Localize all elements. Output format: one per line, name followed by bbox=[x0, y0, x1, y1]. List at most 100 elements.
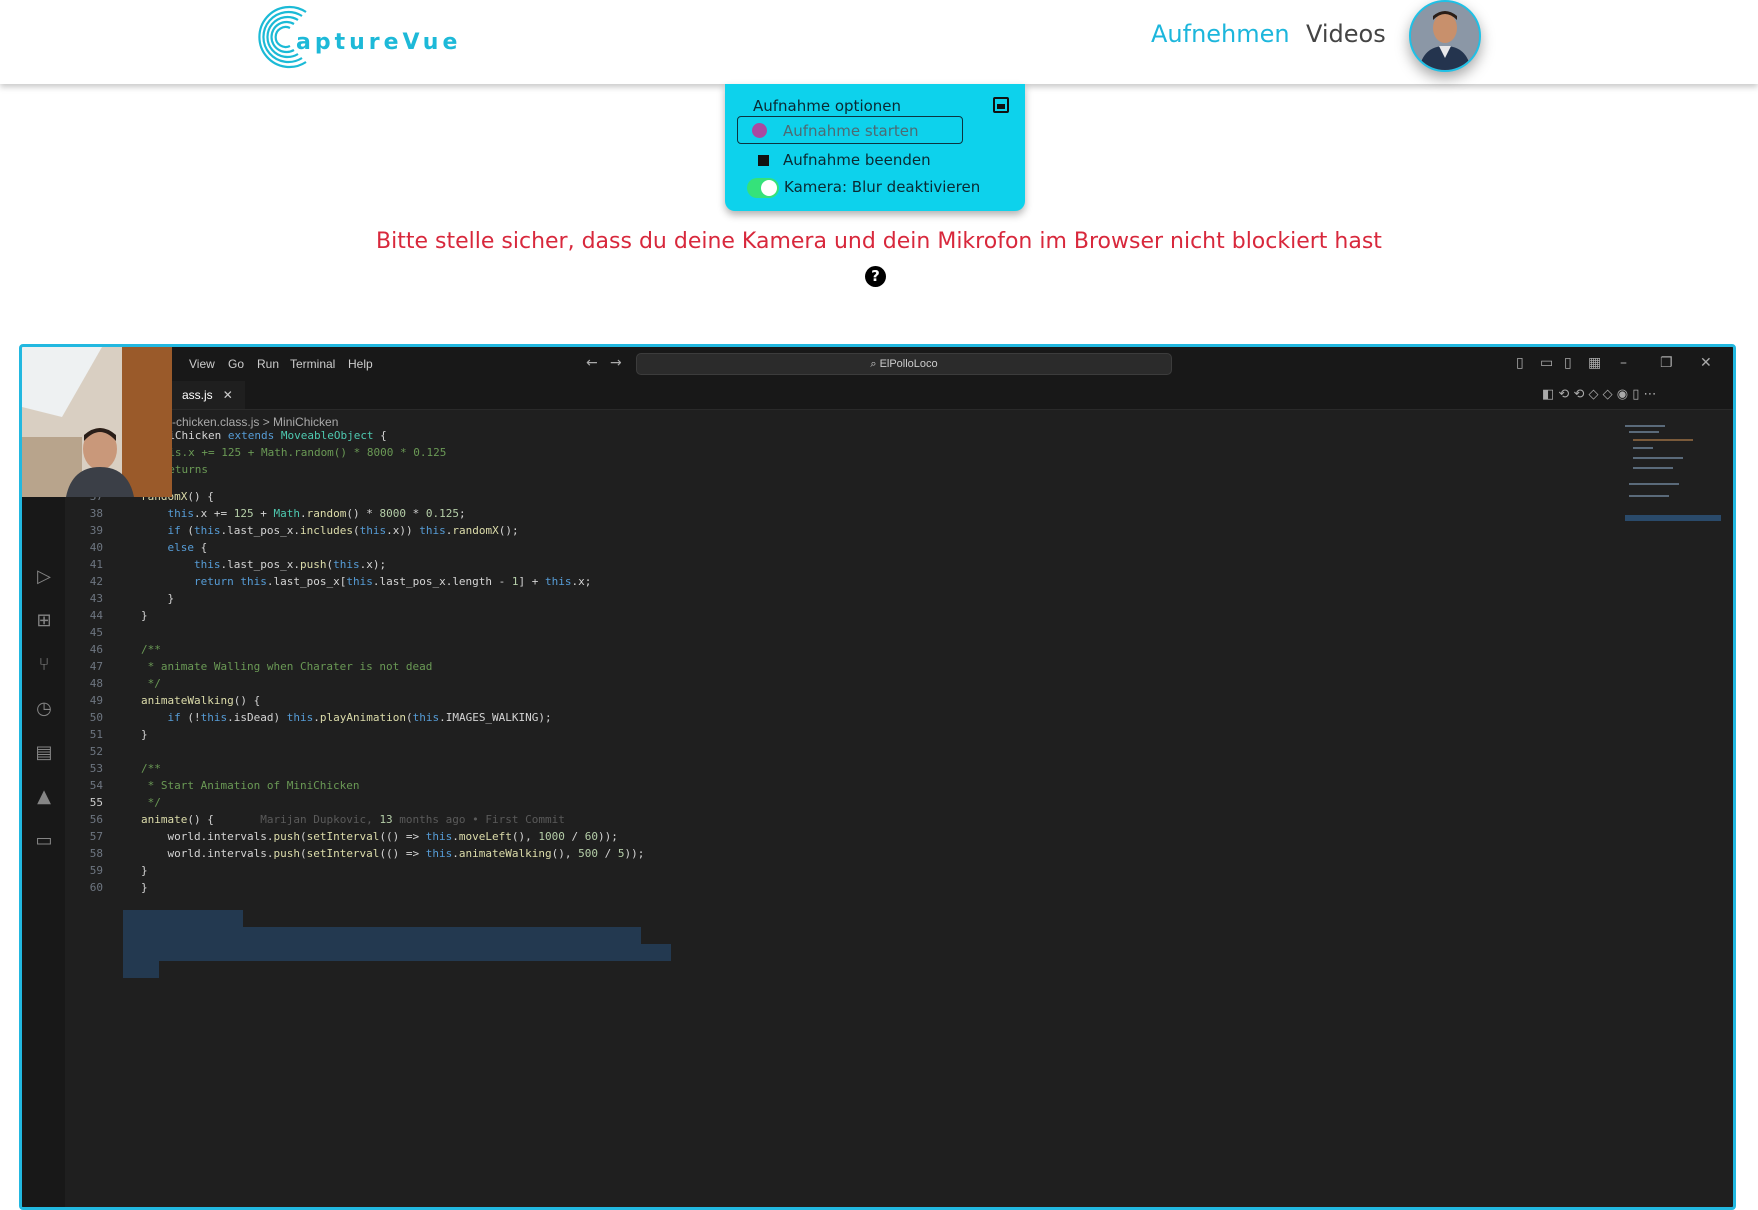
minimap bbox=[1625, 425, 1721, 525]
code-line: this.x += 125 + Math.random() * 8000 * 0… bbox=[155, 446, 447, 459]
source-control-icon: ⑂ bbox=[38, 654, 50, 675]
close-window-icon: ✕ bbox=[1700, 355, 1712, 371]
selection-highlight bbox=[123, 910, 243, 927]
start-recording-label: Aufnahme starten bbox=[783, 122, 919, 140]
permission-warning: Bitte stelle sicher, dass du deine Kamer… bbox=[376, 229, 1382, 254]
extensions-icon: ⊞ bbox=[36, 610, 52, 631]
stop-recording-button[interactable]: Aufnahme beenden bbox=[783, 151, 931, 169]
code-line: iniChicken extends MoveableObject { bbox=[155, 429, 387, 442]
code-line: this.x += 125 + Math.random() * 8000 * 0… bbox=[167, 507, 466, 520]
code-line: } bbox=[141, 881, 148, 894]
code-line: */ bbox=[141, 677, 161, 690]
line-number: 47 bbox=[89, 660, 103, 673]
user-avatar[interactable] bbox=[1409, 0, 1481, 72]
line-number: 58 bbox=[89, 847, 103, 860]
panel-title: Aufnahme optionen bbox=[753, 97, 902, 115]
line-number: 49 bbox=[89, 694, 103, 707]
menu-run: Run bbox=[257, 357, 280, 371]
logo-text: aptureVue bbox=[296, 30, 462, 55]
screen-preview: View Go Run Terminal Help ← → ⌕ ElPolloL… bbox=[19, 344, 1736, 1210]
minimize-icon: – bbox=[1620, 355, 1627, 371]
code-line: } bbox=[141, 728, 148, 741]
avatar-photo bbox=[1411, 2, 1479, 70]
editor-actions-icons: ◧ ⟲ ⟲ ◇ ◇ ◉ ▯ ⋯ bbox=[1542, 387, 1657, 402]
line-number: 44 bbox=[89, 609, 103, 622]
minimap-line bbox=[1633, 467, 1673, 469]
run-debug-icon: ▷ bbox=[37, 566, 51, 587]
selection-highlight bbox=[123, 927, 641, 944]
code-line: animate() { Marijan Dupkovic, 13 months … bbox=[141, 813, 565, 826]
restore-icon: ❐ bbox=[1660, 355, 1673, 371]
layout-icon: ▯ bbox=[1516, 355, 1524, 371]
vscode-activity-bar: ▷ ⊞ ⑂ ◷ ▤ ▲ ▭ bbox=[22, 409, 65, 1207]
line-number: 50 bbox=[89, 711, 103, 724]
line-number: 41 bbox=[89, 558, 103, 571]
blur-toggle[interactable] bbox=[747, 178, 779, 198]
code-line: } bbox=[141, 609, 148, 622]
code-line: } bbox=[141, 592, 175, 605]
code-line: animateWalking() { bbox=[141, 694, 261, 707]
minimap-line bbox=[1633, 447, 1653, 449]
minimap-line bbox=[1633, 439, 1693, 441]
code-line: else { bbox=[167, 541, 208, 554]
panel-layout-icon: ▭ bbox=[1540, 355, 1554, 371]
line-number: 42 bbox=[89, 575, 103, 588]
code-line: * Start Animation of MiniChicken bbox=[141, 779, 360, 792]
code-line: this.last_pos_x.push(this.x); bbox=[193, 558, 387, 571]
angular-icon: ▲ bbox=[37, 786, 51, 807]
search-text: ElPolloLoco bbox=[879, 358, 938, 370]
minimap-line bbox=[1625, 425, 1665, 427]
line-number: 55 bbox=[89, 796, 103, 809]
vscode-tabs: ass.js ✕ ◧ ⟲ ⟲ ◇ ◇ ◉ ▯ ⋯ bbox=[22, 381, 1733, 410]
chat-icon: ▭ bbox=[35, 830, 53, 851]
app-header: aptureVue Aufnehmen Videos bbox=[0, 0, 1758, 84]
menu-help: Help bbox=[348, 357, 373, 371]
folder-icon: ▤ bbox=[35, 742, 53, 763]
start-recording-button[interactable]: Aufnahme starten bbox=[737, 116, 963, 144]
code-line: world.intervals.push(setInterval(() => t… bbox=[141, 847, 645, 860]
code-line: world.intervals.push(setInterval(() => t… bbox=[141, 830, 618, 843]
blur-toggle-label: Kamera: Blur deaktivieren bbox=[784, 178, 981, 196]
webcam-feed bbox=[22, 347, 172, 497]
code-line: return this.last_pos_x[this.last_pos_x.l… bbox=[193, 575, 592, 588]
vscode-search-box: ⌕ ElPolloLoco bbox=[636, 353, 1172, 375]
stop-square-icon[interactable] bbox=[758, 155, 769, 166]
code-line: if (!this.isDead) this.playAnimation(thi… bbox=[167, 711, 552, 724]
line-number: 46 bbox=[89, 643, 103, 656]
code-editor: iniChicken extends MoveableObject { this.… bbox=[115, 409, 1733, 1207]
menu-go: Go bbox=[228, 357, 245, 371]
record-dot-icon bbox=[752, 123, 767, 138]
code-line: if (this.last_pos_x.includes(this.x)) th… bbox=[167, 524, 519, 537]
menu-terminal: Terminal bbox=[290, 357, 336, 371]
line-number: 54 bbox=[89, 779, 103, 792]
line-number: 51 bbox=[89, 728, 103, 741]
tab-close-icon: ✕ bbox=[222, 388, 233, 402]
code-line: } bbox=[141, 864, 148, 877]
capturevue-logo[interactable]: aptureVue bbox=[248, 0, 478, 72]
sidebar-layout-icon: ▯ bbox=[1564, 355, 1572, 371]
minimap-line bbox=[1629, 483, 1679, 485]
collapse-panel-icon[interactable] bbox=[993, 97, 1009, 113]
help-icon[interactable]: ? bbox=[865, 266, 886, 287]
editor-tab: ass.js ✕ bbox=[170, 381, 245, 409]
forward-arrow-icon: → bbox=[610, 355, 622, 371]
code-line: */ bbox=[141, 796, 161, 809]
nav-videos-link[interactable]: Videos bbox=[1306, 20, 1386, 48]
recording-options-panel: Aufnahme optionen Aufnahme starten Aufna… bbox=[725, 84, 1025, 211]
line-number: 43 bbox=[89, 592, 103, 605]
vscode-titlebar: View Go Run Terminal Help ← → ⌕ ElPolloL… bbox=[22, 347, 1733, 381]
minimap-line bbox=[1629, 495, 1669, 497]
line-number: 48 bbox=[89, 677, 103, 690]
line-number: 56 bbox=[89, 813, 103, 826]
line-number: 45 bbox=[89, 626, 103, 639]
nav-record-link[interactable]: Aufnehmen bbox=[1151, 20, 1290, 48]
line-number: 38 bbox=[89, 507, 103, 520]
line-number: 57 bbox=[89, 830, 103, 843]
line-number: 53 bbox=[89, 762, 103, 775]
line-number: 40 bbox=[89, 541, 103, 554]
minimap-line bbox=[1633, 457, 1683, 459]
toggle-knob bbox=[761, 180, 777, 196]
code-line: /** bbox=[141, 762, 161, 775]
line-number-gutter: 3536373839404142434445464748495051525354… bbox=[65, 409, 115, 1207]
selection-highlight bbox=[123, 961, 159, 978]
